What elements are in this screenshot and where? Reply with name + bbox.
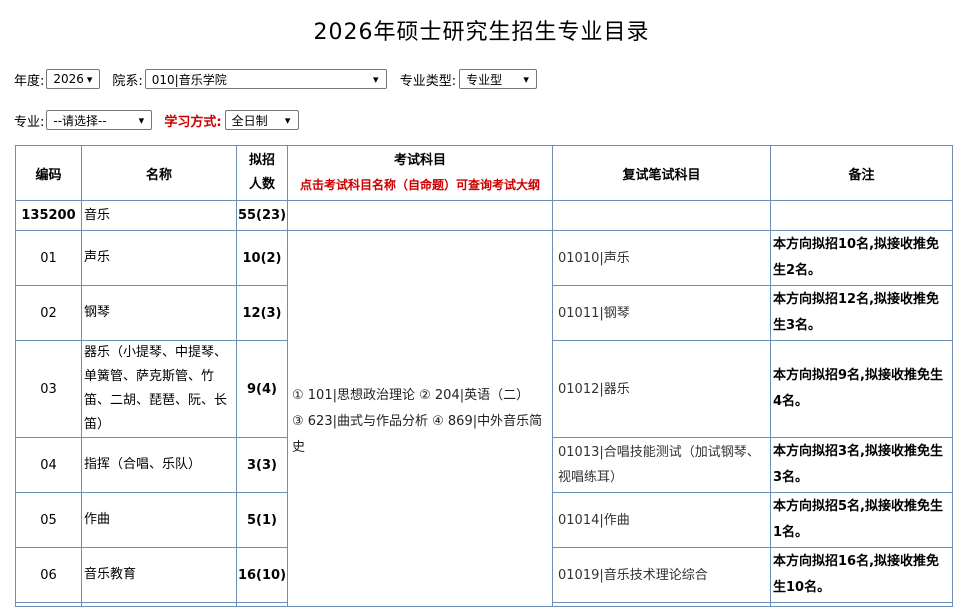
chevron-down-icon: ▾: [138, 113, 145, 127]
year-select-value: 2026: [53, 72, 84, 86]
row-remark: 本方向拟招12名,拟接收推免生3名。: [770, 285, 953, 341]
mode-select[interactable]: 全日制 ▾: [224, 110, 299, 130]
row-retest: 01011|钢琴: [552, 285, 771, 341]
chevron-down-icon: ▾: [523, 72, 529, 86]
exam-subjects-line1[interactable]: ① 101|思想政治理论 ② 204|英语（二）: [292, 383, 548, 409]
dept-label: 院系:: [112, 73, 143, 89]
row-code: 01: [15, 230, 82, 286]
group-plan: 55(23): [236, 200, 288, 231]
row-retest: 01012|器乐: [552, 340, 771, 438]
row-remark: 本方向拟招10名,拟接收推免生2名。: [770, 230, 953, 286]
header-exam: 考试科目 点击考试科目名称（自命题）可查询考试大纲: [287, 145, 553, 201]
row-plan: 3(3): [236, 437, 288, 493]
year-label: 年度:: [14, 73, 45, 89]
row-retest: 01014|作曲: [552, 492, 771, 548]
row-plan: 5(1): [236, 492, 288, 548]
filter-row-2: 专业: --请选择-- ▾ 学习方式: 全日制 ▾: [14, 109, 299, 131]
chevron-down-icon: ▾: [284, 113, 291, 127]
row-retest: 01019|音乐技术理论综合: [552, 547, 771, 603]
type-select-value: 专业型: [466, 72, 503, 87]
group-code: 135200: [15, 200, 82, 231]
header-plan-line2: 人数: [248, 177, 275, 192]
header-name: 名称: [81, 145, 237, 201]
row-plan: 16(10): [236, 547, 288, 603]
row-name: 指挥（合唱、乐队）: [81, 437, 237, 493]
row-remark: 本方向拟招9名,拟接收推免生4名。: [770, 340, 953, 438]
row-plan: 9(4): [236, 340, 288, 438]
exam-outline-hint: 点击考试科目名称（自命题）可查询考试大纲: [299, 178, 540, 192]
row-code: 04: [15, 437, 82, 493]
major-select[interactable]: --请选择-- ▾: [46, 110, 153, 130]
type-select[interactable]: 专业型 ▾: [459, 69, 538, 89]
row-plan: 10(2): [236, 230, 288, 286]
header-code: 编码: [15, 145, 82, 201]
row-code: 02: [15, 285, 82, 341]
header-remark: 备注: [770, 145, 953, 201]
row-name: 钢琴: [81, 285, 237, 341]
dept-select[interactable]: 010|音乐学院 ▾: [144, 69, 387, 89]
row-code: 03: [15, 340, 82, 438]
major-label: 专业:: [14, 114, 45, 130]
major-select-value: --请选择--: [53, 113, 107, 128]
year-select[interactable]: 2026 ▾: [46, 69, 101, 89]
mode-label: 学习方式:: [164, 114, 222, 130]
row-name: 作曲: [81, 492, 237, 548]
type-label: 专业类型:: [399, 73, 457, 89]
group-row: 135200 音乐 55(23): [15, 200, 953, 231]
mode-select-value: 全日制: [231, 113, 268, 128]
row-name: 音乐教育: [81, 547, 237, 603]
row-name: 声乐: [81, 230, 237, 286]
header-plan-line1: 拟招: [248, 153, 275, 168]
catalog-table: 编码 名称 拟招 人数 考试科目 点击考试科目名称（自命题）可查询考试大纲 复试…: [15, 145, 953, 607]
row-retest: 01013|合唱技能测试（加试钢琴、视唱练耳）: [552, 437, 771, 493]
row-remark: 本方向拟招5名,拟接收推免生1名。: [770, 492, 953, 548]
row-plan: 12(3): [236, 285, 288, 341]
row-code: 06: [15, 547, 82, 603]
chevron-down-icon: ▾: [373, 72, 379, 86]
dept-select-value: 010|音乐学院: [151, 72, 227, 87]
header-exam-label: 考试科目: [393, 153, 446, 168]
table-header-row: 编码 名称 拟招 人数 考试科目 点击考试科目名称（自命题）可查询考试大纲 复试…: [15, 145, 953, 201]
filter-row-1: 年度: 2026 ▾ 院系: 010|音乐学院 ▾ 专业类型: 专业型 ▾: [14, 68, 538, 90]
header-retest: 复试笔试科目: [552, 145, 771, 201]
table-row: 01 声乐 10(2) ① 101|思想政治理论 ② 204|英语（二） ③ 6…: [15, 230, 953, 607]
row-retest: 01010|声乐: [552, 230, 771, 286]
page-title: 2026年硕士研究生招生专业目录: [313, 20, 650, 45]
row-name: 器乐（小提琴、中提琴、单簧管、萨克斯管、竹笛、二胡、琵琶、阮、长笛）: [81, 340, 237, 438]
row-remark: 本方向拟招3名,拟接收推免生3名。: [770, 437, 953, 493]
header-plan: 拟招 人数: [236, 145, 288, 201]
row-remark: 本方向拟招16名,拟接收推免生10名。: [770, 547, 953, 603]
exam-subjects-line2[interactable]: ③ 623|曲式与作品分析 ④ 869|中外音乐简史: [292, 409, 548, 461]
chevron-down-icon: ▾: [86, 72, 93, 86]
exam-subjects-cell: ① 101|思想政治理论 ② 204|英语（二） ③ 623|曲式与作品分析 ④…: [287, 230, 553, 607]
group-name: 音乐: [81, 200, 237, 231]
row-code: 05: [15, 492, 82, 548]
